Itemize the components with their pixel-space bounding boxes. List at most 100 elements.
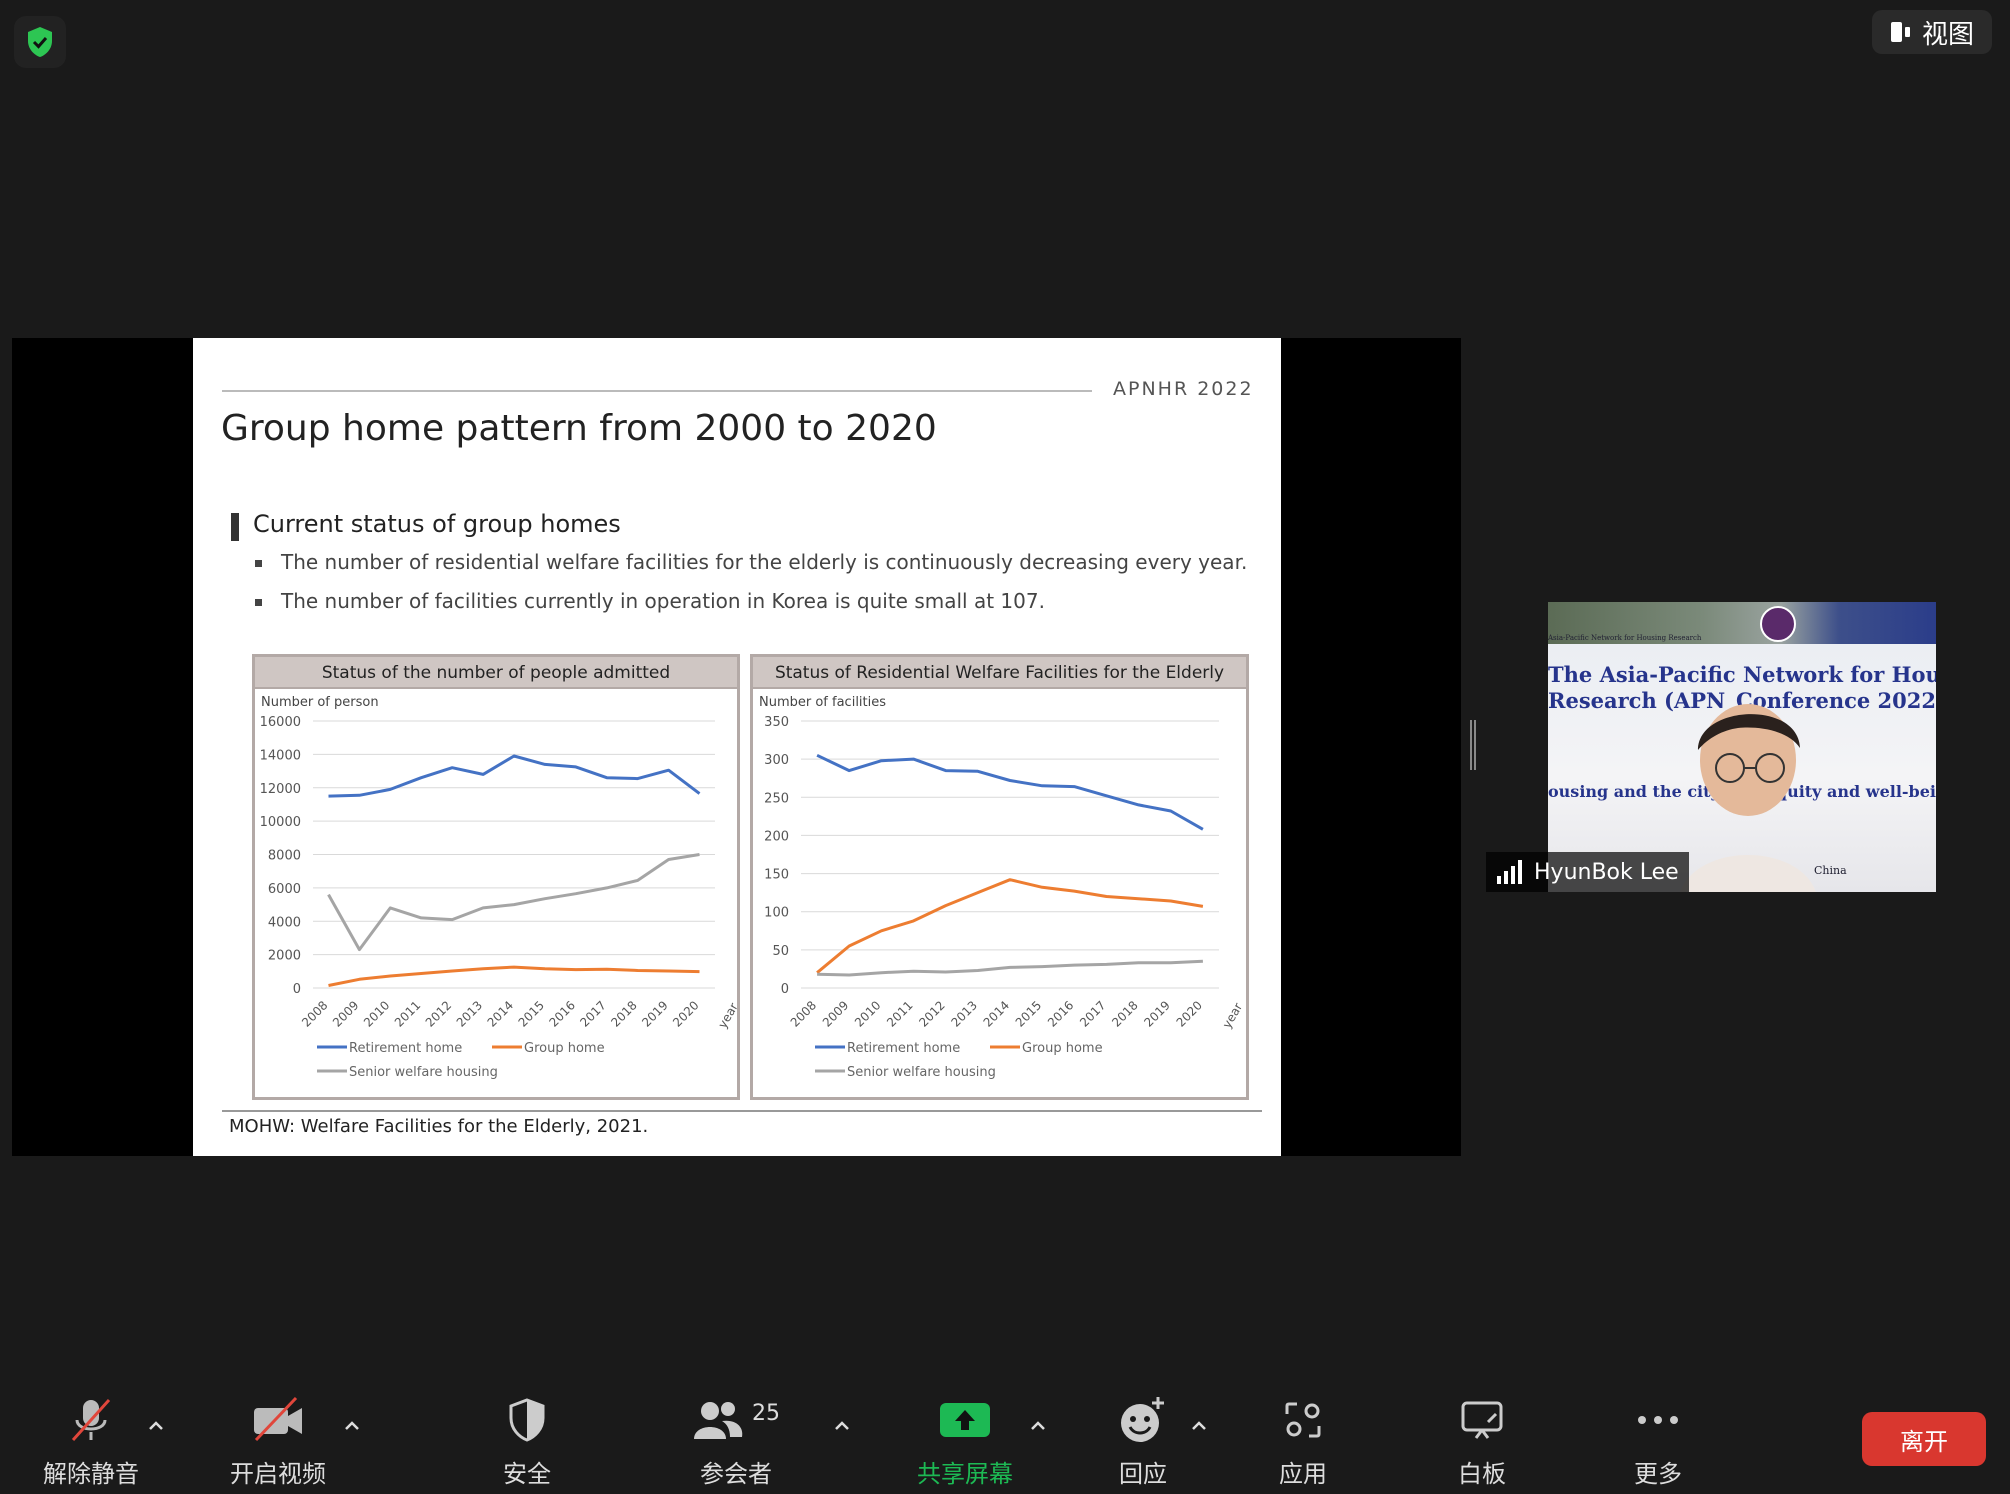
- view-layout-icon: [1890, 22, 1910, 42]
- participant-name: HyunBok Lee: [1534, 859, 1679, 885]
- whiteboard-icon: [1460, 1392, 1504, 1448]
- video-bg-title-line1: The Asia-Pacific Network for Housin: [1548, 662, 1936, 687]
- y-tick-label: 250: [764, 791, 789, 806]
- more-label: 更多: [1634, 1460, 1682, 1488]
- apps-icon: [1283, 1392, 1323, 1448]
- section-marker: [231, 513, 239, 541]
- participants-icon: 25: [692, 1392, 780, 1448]
- bullet-marker: [255, 599, 262, 606]
- security-button[interactable]: 安全: [462, 1392, 592, 1489]
- apps-button[interactable]: 应用: [1238, 1392, 1368, 1489]
- y-tick-label: 14000: [260, 748, 301, 763]
- y-tick-label: 6000: [268, 882, 301, 897]
- bullet-2: The number of facilities currently in op…: [281, 589, 1045, 613]
- leave-button[interactable]: 离开: [1862, 1412, 1986, 1466]
- x-tick-label: 2014: [485, 998, 516, 1029]
- y-axis-label: Number of person: [261, 695, 379, 710]
- participant-name-tag: HyunBok Lee: [1486, 852, 1689, 892]
- y-tick-label: 16000: [260, 715, 301, 730]
- video-bg-china: China: [1814, 864, 1847, 877]
- legend-label: Group home: [1022, 1041, 1103, 1056]
- x-tick-label: 2015: [1013, 998, 1044, 1029]
- x-tick-label: 2008: [299, 998, 330, 1029]
- x-tick-label: 2008: [788, 998, 819, 1029]
- x-tick-label: 2020: [1174, 998, 1205, 1029]
- y-tick-label: 10000: [260, 815, 301, 830]
- participants-options-caret-icon[interactable]: [832, 1416, 852, 1436]
- bullet-marker: [255, 560, 262, 567]
- chart-welfare-facilities: Status of Residential Welfare Facilities…: [750, 654, 1249, 1100]
- x-tick-label: 2015: [516, 998, 547, 1029]
- series-line: [816, 753, 1204, 831]
- x-tick-label: 2018: [1109, 998, 1140, 1029]
- chart-title: Status of Residential Welfare Facilities…: [753, 657, 1246, 689]
- x-tick-label: 2019: [1141, 998, 1172, 1029]
- chart-title: Status of the number of people admitted: [255, 657, 737, 689]
- shared-screen: APNHR 2022 Group home pattern from 2000 …: [12, 338, 1461, 1156]
- presentation-slide: APNHR 2022 Group home pattern from 2000 …: [193, 338, 1281, 1156]
- share-options-caret-icon[interactable]: [1028, 1416, 1048, 1436]
- y-tick-label: 2000: [268, 949, 301, 964]
- view-label: 视图: [1921, 19, 1974, 50]
- slide-top-rule: [222, 390, 1092, 392]
- view-button[interactable]: 视图: [1871, 10, 1992, 54]
- start-video-label: 开启视频: [230, 1460, 326, 1488]
- y-tick-label: 100: [764, 906, 789, 921]
- unmute-button[interactable]: 解除静音: [26, 1392, 156, 1489]
- reactions-button[interactable]: 回应: [1078, 1392, 1208, 1489]
- video-options-caret-icon[interactable]: [342, 1416, 362, 1436]
- x-tick-label: 2013: [948, 998, 979, 1029]
- unmute-label: 解除静音: [43, 1460, 139, 1488]
- participants-button[interactable]: 25 参会者: [671, 1392, 801, 1489]
- video-bg-small-text: Asia-Pacific Network for Housing Researc…: [1548, 634, 1702, 642]
- x-tick-label: 2009: [330, 998, 361, 1029]
- chart-people-admitted-svg: Number of person 0 2000 4000 6000 8000 10000 12…: [260, 695, 737, 1080]
- more-button[interactable]: 更多: [1593, 1392, 1723, 1489]
- y-tick-label: 4000: [268, 915, 301, 930]
- y-tick-label: 300: [764, 753, 789, 768]
- x-tick-label: 2018: [608, 998, 639, 1029]
- participant-video-tile[interactable]: Asia-Pacific Network for Housing Researc…: [1548, 602, 1936, 892]
- chart-people-admitted: Status of the number of people admitted …: [252, 654, 740, 1100]
- slide-conference-tag: APNHR 2022: [1113, 378, 1254, 400]
- legend-label: Retirement home: [847, 1041, 960, 1056]
- y-tick-label: 200: [764, 829, 789, 844]
- legend-label: Senior welfare housing: [349, 1065, 498, 1080]
- share-screen-label: 共享屏幕: [917, 1460, 1013, 1488]
- participants-label: 参会者: [700, 1460, 772, 1488]
- start-video-button[interactable]: 开启视频: [213, 1392, 343, 1489]
- x-tick-label: 2014: [981, 998, 1012, 1029]
- participants-count: 25: [752, 1400, 780, 1426]
- whiteboard-label: 白板: [1458, 1460, 1506, 1488]
- y-tick-label: 12000: [260, 782, 301, 797]
- x-tick-label: 2009: [820, 998, 851, 1029]
- y-axis-label: Number of facilities: [759, 695, 886, 710]
- x-tick-label: 2020: [670, 998, 701, 1029]
- x-tick-label: 2012: [423, 998, 454, 1029]
- security-label: 安全: [503, 1460, 551, 1488]
- x-tick-label: 2019: [639, 998, 670, 1029]
- x-tick-label: 2012: [916, 998, 947, 1029]
- source-rule: [222, 1110, 1262, 1112]
- resize-handle[interactable]: [1470, 720, 1476, 770]
- x-axis-label: year: [1220, 1000, 1246, 1030]
- slide-source: MOHW: Welfare Facilities for the Elderly…: [229, 1116, 649, 1137]
- series-line: [328, 754, 701, 798]
- whiteboard-button[interactable]: 白板: [1417, 1392, 1547, 1489]
- share-screen-button[interactable]: 共享屏幕: [900, 1392, 1030, 1489]
- signal-strength-icon: [1497, 860, 1522, 884]
- reactions-options-caret-icon[interactable]: [1189, 1416, 1209, 1436]
- y-tick-label: 0: [781, 982, 789, 997]
- series-line: [328, 965, 700, 987]
- series-line: [327, 853, 700, 952]
- legend-label: Retirement home: [349, 1041, 462, 1056]
- x-tick-label: 2016: [1045, 998, 1076, 1029]
- encryption-shield-icon[interactable]: [14, 16, 66, 68]
- apps-label: 应用: [1279, 1460, 1327, 1488]
- x-tick-label: 2013: [454, 998, 485, 1029]
- university-seal-icon: [1760, 606, 1796, 642]
- y-tick-label: 0: [293, 982, 301, 997]
- audio-options-caret-icon[interactable]: [146, 1416, 166, 1436]
- legend-label: Senior welfare housing: [847, 1065, 996, 1080]
- series-line: [816, 878, 1204, 974]
